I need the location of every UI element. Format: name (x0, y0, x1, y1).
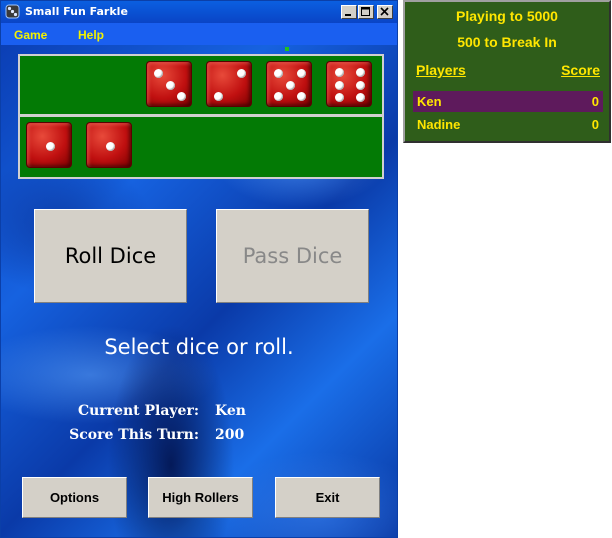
exit-button[interactable]: Exit (275, 477, 380, 518)
die-pip (236, 69, 246, 79)
die-pip (355, 67, 365, 77)
window-title: Small Fun Farkle (25, 5, 128, 18)
pass-dice-button[interactable]: Pass Dice (216, 209, 369, 303)
player-name: Ken (417, 94, 442, 109)
turn-score-label: Score This Turn: (69, 427, 199, 443)
maximize-button[interactable] (358, 5, 374, 19)
menu-game[interactable]: Game (14, 28, 47, 42)
die-pip (214, 91, 224, 101)
die-3[interactable] (146, 61, 192, 107)
current-player-value: Ken (215, 403, 246, 419)
menu-help[interactable]: Help (78, 28, 104, 42)
game-window: Small Fun Farkle Game Help Roll Dice Pas… (0, 0, 398, 538)
turn-score-value: 200 (215, 427, 245, 443)
die-pip (105, 141, 115, 151)
break-in-text: 500 to Break In (457, 34, 557, 50)
die-1[interactable] (26, 122, 72, 168)
close-button[interactable] (377, 5, 393, 19)
scoreboard-panel: Playing to 5000 500 to Break In Players … (403, 0, 611, 143)
die-pip (274, 91, 284, 101)
options-button[interactable]: Options (22, 477, 127, 518)
die-pip (154, 69, 164, 79)
die-pip (45, 141, 55, 151)
die-pip (274, 69, 284, 79)
die-pip (335, 67, 345, 77)
game-board: Roll Dice Pass Dice Select dice or roll.… (1, 45, 397, 537)
die-pip (355, 93, 365, 103)
die-pip (355, 80, 365, 90)
die-pip (165, 80, 175, 90)
die-pip (335, 93, 345, 103)
status-message: Select dice or roll. (104, 335, 294, 359)
dice-divider (20, 114, 382, 117)
score-column-header: Score (561, 62, 600, 78)
die-6[interactable] (326, 61, 372, 107)
die-pip (335, 80, 345, 90)
player-score: 0 (591, 117, 599, 132)
die-2[interactable] (206, 61, 252, 107)
playing-to-text: Playing to 5000 (456, 8, 558, 24)
players-column-header: Players (416, 62, 466, 78)
title-bar[interactable]: Small Fun Farkle (1, 1, 397, 23)
current-player-label: Current Player: (77, 403, 199, 419)
minimize-button[interactable] (341, 5, 357, 19)
score-row: Ken 0 (413, 91, 603, 112)
die-pip (296, 91, 306, 101)
score-row: Nadine 0 (413, 114, 603, 135)
dice-app-icon (5, 4, 20, 19)
indicator-dot (285, 47, 289, 51)
minimize-icon (345, 14, 351, 16)
high-rollers-button[interactable]: High Rollers (148, 477, 253, 518)
dice-panel (18, 54, 384, 179)
close-icon (380, 7, 389, 16)
maximize-icon (361, 7, 370, 16)
die-pip (296, 69, 306, 79)
die-pip (176, 91, 186, 101)
die-pip (285, 80, 295, 90)
player-score: 0 (591, 94, 599, 109)
die-5[interactable] (266, 61, 312, 107)
die-1[interactable] (86, 122, 132, 168)
roll-dice-button[interactable]: Roll Dice (34, 209, 187, 303)
menu-bar: Game Help (1, 23, 397, 45)
player-name: Nadine (417, 117, 461, 132)
